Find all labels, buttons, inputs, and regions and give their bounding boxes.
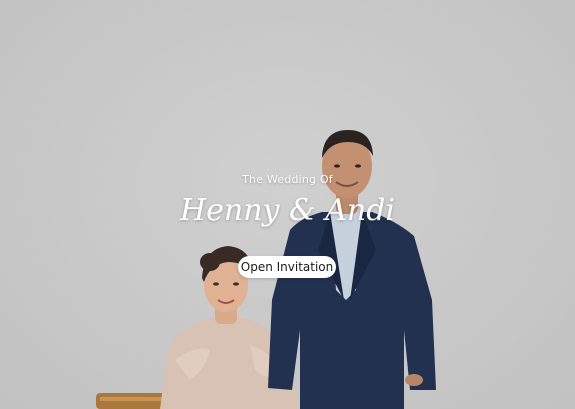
- cover-screen: The Wedding Of Henny & Andi Open Invitat…: [0, 0, 575, 409]
- open-invitation-button[interactable]: Open Invitation: [238, 256, 336, 278]
- wedding-subtitle: The Wedding Of: [242, 173, 333, 186]
- couple-names: Henny & Andi: [179, 193, 396, 228]
